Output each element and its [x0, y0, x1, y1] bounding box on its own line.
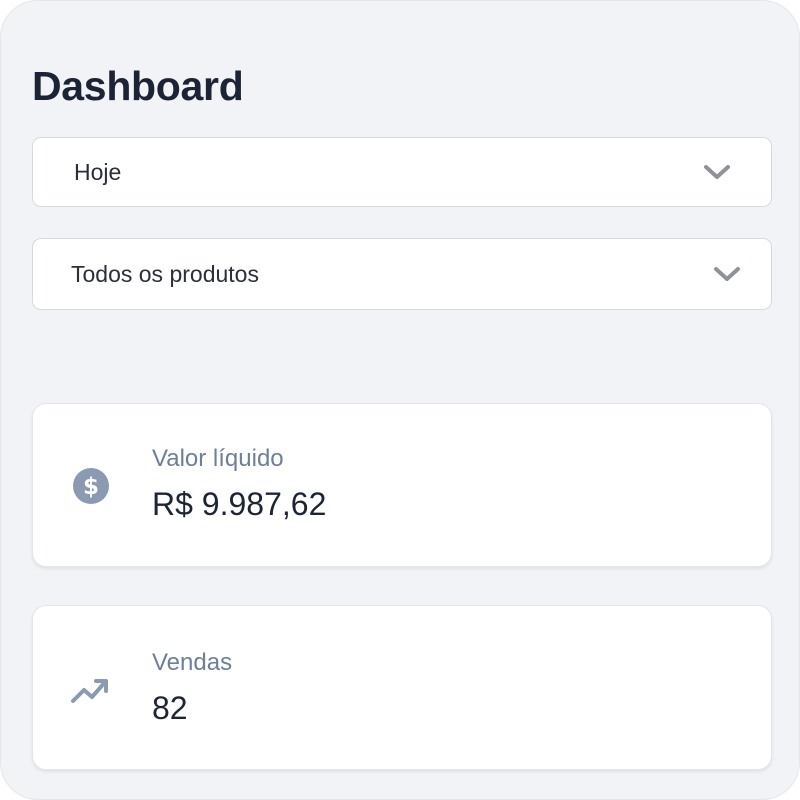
page-title: Dashboard	[32, 63, 244, 109]
metric-card-sales: Vendas 82	[32, 605, 772, 770]
svg-text:$: $	[83, 474, 99, 500]
period-select-value: Hoje	[74, 158, 122, 185]
metric-value: R$ 9.987,62	[152, 486, 327, 522]
product-select-value: Todos os produtos	[71, 260, 259, 287]
dollar-coin-icon: $	[71, 466, 111, 506]
product-select[interactable]: Todos os produtos	[32, 238, 772, 310]
chevron-down-icon	[703, 163, 731, 181]
period-select[interactable]: Hoje	[32, 137, 772, 207]
trending-up-icon	[71, 670, 111, 710]
chevron-down-icon	[713, 265, 741, 283]
metric-value: 82	[152, 690, 188, 726]
metric-card-net-value: $ Valor líquido R$ 9.987,62	[32, 403, 772, 567]
dashboard-screen: Dashboard Hoje Todos os produtos $ Valor…	[0, 0, 800, 800]
metric-label: Valor líquido	[152, 445, 284, 472]
metric-label: Vendas	[152, 649, 233, 676]
